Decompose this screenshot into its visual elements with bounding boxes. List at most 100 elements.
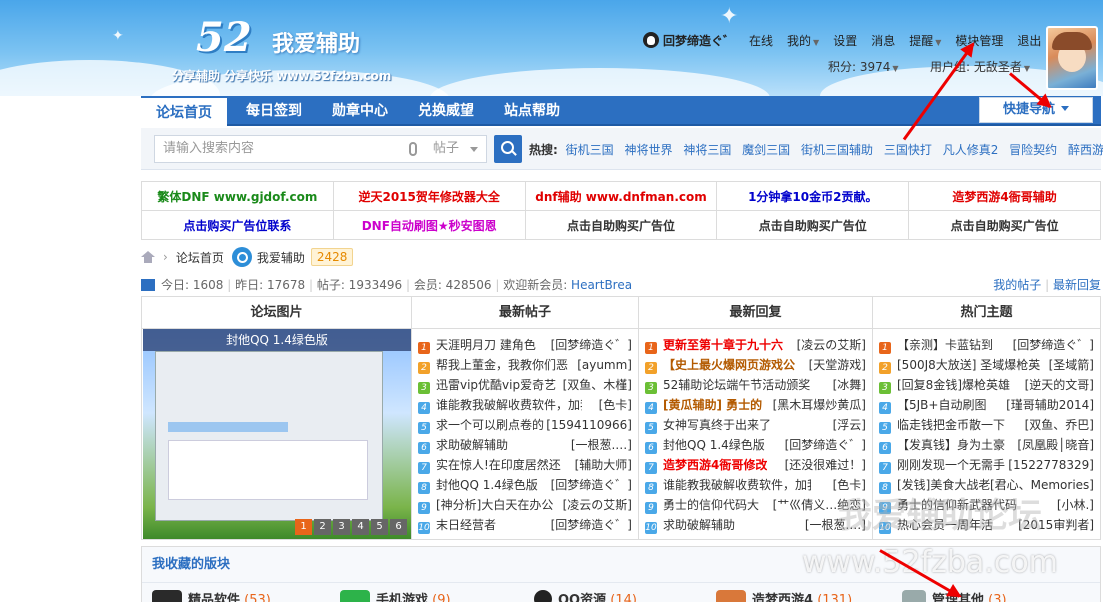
thread-title[interactable]: 【发真钱】身为土豪 (897, 435, 1005, 455)
quick-nav-button[interactable]: 快捷导航 (979, 97, 1093, 123)
thread-title[interactable]: 更新至第十章于九十六 (663, 335, 783, 355)
latest-reply-link[interactable]: 最新回复 (1053, 278, 1101, 292)
list-item[interactable]: 7 造梦西游4衙哥修改 [还没很难过！] (645, 455, 872, 475)
breadcrumb-home[interactable]: 论坛首页 (176, 249, 224, 266)
thread-title[interactable]: 谁能教我破解收费软件，加我 (436, 395, 582, 415)
list-item[interactable]: 6 求助破解辅助 [一根葱.…] (418, 435, 638, 455)
ad-link[interactable]: 点击购买广告位联系 (141, 210, 334, 240)
list-item[interactable]: 1 天涯明月刀 建角色 [回梦缔造ぐ゛] (418, 335, 638, 355)
thread-title[interactable]: 勇士的信仰代码大 (663, 495, 759, 515)
usergroup-display[interactable]: 用户组: 无敌圣者 ▼ (930, 58, 1030, 75)
thread-title[interactable]: 末日经营者 (436, 515, 496, 535)
thread-title[interactable]: 封他QQ 1.4绿色版 (663, 435, 765, 455)
list-item[interactable]: 9 [神分析]大白天在办公 [凌云の艾斯] (418, 495, 638, 515)
thread-title[interactable]: 求助破解辅助 (436, 435, 508, 455)
ad-link[interactable]: 1分钟拿10金币2贡献。 (716, 181, 910, 211)
slide-page-button[interactable]: 2 (314, 519, 331, 535)
thread-author[interactable]: [圣域箭] (1049, 355, 1094, 375)
thread-author[interactable]: [一根葱.…] (571, 435, 632, 455)
list-item[interactable]: 5 临走钱把金币散一下 [双鱼、乔巴] (879, 415, 1100, 435)
hot-search-link[interactable]: 神将世界 (624, 143, 672, 157)
newest-member-link[interactable]: HeartBrea (571, 278, 632, 292)
list-item[interactable]: 8 封他QQ 1.4绿色版 [回梦缔造ぐ゛] (418, 475, 638, 495)
tab-medal-center[interactable]: 勋章中心 (317, 96, 403, 126)
thread-title[interactable]: 封他QQ 1.4绿色版 (436, 475, 538, 495)
nav-messages[interactable]: 消息 (871, 32, 895, 49)
ad-link[interactable]: 逆天2015贺年修改器大全 (332, 181, 526, 211)
list-item[interactable]: 6 封他QQ 1.4绿色版 [回梦缔造ぐ゛] (645, 435, 872, 455)
hot-search-link[interactable]: 神将三国 (683, 143, 731, 157)
slideshow[interactable]: 封他QQ 1.4绿色版 1 2 3 4 5 6 (143, 329, 411, 539)
thread-author[interactable]: [回梦缔造ぐ゛] (551, 335, 632, 355)
hot-search-link[interactable]: 街机三国 (566, 143, 614, 157)
slide-page-button[interactable]: 1 (295, 519, 312, 535)
list-item[interactable]: 6 【发真钱】身为土豪 [凤凰殿│晓音] (879, 435, 1100, 455)
thread-title[interactable]: [黄瓜辅助] 勇士的 (663, 395, 762, 415)
thread-author[interactable]: [回梦缔造ぐ゛] (785, 435, 866, 455)
thread-author[interactable]: [1594110966] (546, 415, 632, 435)
list-item[interactable]: 5 求一个可以刷点卷的 [1594110966] (418, 415, 638, 435)
thread-title[interactable]: [回复8金钱]爆枪英雄 (897, 375, 1010, 395)
thread-title[interactable]: 【史上最火爆网页游戏公 (663, 355, 795, 375)
thread-title[interactable]: 帮我上董金，我教你们恶 (436, 355, 568, 375)
favorite-forum-link[interactable]: 精品软件 (53) (152, 589, 271, 602)
search-type-select[interactable]: 帖子 (425, 135, 487, 163)
nav-online[interactable]: 在线 (749, 32, 773, 49)
tab-forum-home[interactable]: 论坛首页 (141, 96, 227, 126)
thread-author[interactable]: [瑾哥辅助2014] (1006, 395, 1094, 415)
list-item[interactable]: 7 实在惊人!在印度居然还 [辅助大师] (418, 455, 638, 475)
thread-author[interactable]: [黑木耳爆炒黄瓜] (773, 395, 866, 415)
thread-title[interactable]: 求一个可以刷点卷的 (436, 415, 544, 435)
list-item[interactable]: 4 【5JB+自动刷图 [瑾哥辅助2014] (879, 395, 1100, 415)
ad-link[interactable]: DNF自动刷图★秒安图恩 (332, 210, 526, 240)
thread-author[interactable]: [还没很难过！] (785, 455, 866, 475)
tab-help[interactable]: 站点帮助 (489, 96, 575, 126)
thread-title[interactable]: 迅雷vip优酷vip爱奇艺 (436, 375, 556, 395)
avatar[interactable] (1046, 26, 1098, 90)
breadcrumb-forum[interactable]: 我爱辅助 (257, 249, 305, 266)
nav-logout[interactable]: 退出 (1017, 32, 1041, 49)
list-item[interactable]: 3 52辅助论坛端午节活动颁奖 [冰舞] (645, 375, 872, 395)
list-item[interactable]: 3 [回复8金钱]爆枪英雄 [逆天的文哥] (879, 375, 1100, 395)
search-input[interactable]: 请输入搜索内容 (154, 135, 426, 163)
thread-author[interactable]: [回梦缔造ぐ゛] (551, 475, 632, 495)
thread-author[interactable]: [凌云の艾斯] (563, 495, 632, 515)
thread-author[interactable]: [浮云] (833, 415, 866, 435)
points-display[interactable]: 积分: 3974 ▼ (828, 58, 899, 75)
ad-link[interactable]: 造梦西游4衙哥辅助 (908, 181, 1101, 211)
thread-title[interactable]: 求助破解辅助 (663, 515, 735, 535)
list-item[interactable]: 4 [黄瓜辅助] 勇士的 [黑木耳爆炒黄瓜] (645, 395, 872, 415)
thread-title[interactable]: 52辅助论坛端午节活动颁奖 (663, 375, 810, 395)
ad-link[interactable]: 点击自助购买广告位 (908, 210, 1101, 240)
slide-page-button[interactable]: 3 (333, 519, 350, 535)
list-item[interactable]: 4 谁能教我破解收费软件，加我 [色卡] (418, 395, 638, 415)
list-item[interactable]: 7 刚刚发现一个无需手 [1522778329] (879, 455, 1100, 475)
hot-search-link[interactable]: 三国快打 (884, 143, 932, 157)
username-link[interactable]: 回梦缔造ぐ゛ (643, 31, 735, 49)
favorite-forum-link[interactable]: QQ资源 (14) (534, 589, 637, 602)
thread-author[interactable]: [ayumm] (577, 355, 632, 375)
list-item[interactable]: 2 帮我上董金，我教你们恶 [ayumm] (418, 355, 638, 375)
list-item[interactable]: 1 更新至第十章于九十六 [凌云の艾斯] (645, 335, 872, 355)
thread-title[interactable]: 女神写真终于出来了 (663, 415, 771, 435)
thread-author[interactable]: [天堂游戏] (809, 355, 866, 375)
slide-page-button[interactable]: 4 (352, 519, 369, 535)
favorite-forum-link[interactable]: 造梦西游4 (131) (716, 589, 852, 602)
thread-author[interactable]: [冰舞] (833, 375, 866, 395)
thread-author[interactable]: [小林.] (1057, 495, 1094, 515)
thread-author[interactable]: [凤凰殿│晓音] (1017, 435, 1094, 455)
thread-title[interactable]: 【5JB+自动刷图 (897, 395, 986, 415)
list-item[interactable]: 2 【史上最火爆网页游戏公 [天堂游戏] (645, 355, 872, 375)
favorite-forum-link[interactable]: 手机游戏 (9) (340, 589, 451, 602)
thread-title[interactable]: 天涯明月刀 建角色 (436, 335, 536, 355)
slide-page-button[interactable]: 6 (390, 519, 407, 535)
my-posts-link[interactable]: 我的帖子 (993, 278, 1041, 292)
thread-title[interactable]: 【亲测】卡蓝钻到 (897, 335, 993, 355)
thread-author[interactable]: [辅助大师] (575, 455, 632, 475)
ad-link[interactable]: 点击自助购买广告位 (716, 210, 910, 240)
thread-author[interactable]: [逆天的文哥] (1025, 375, 1094, 395)
hot-search-link[interactable]: 凡人修真2 (943, 143, 999, 157)
tab-exchange[interactable]: 兑换威望 (403, 96, 489, 126)
tab-daily-signin[interactable]: 每日签到 (231, 96, 317, 126)
hot-search-link[interactable]: 街机三国辅助 (801, 143, 873, 157)
